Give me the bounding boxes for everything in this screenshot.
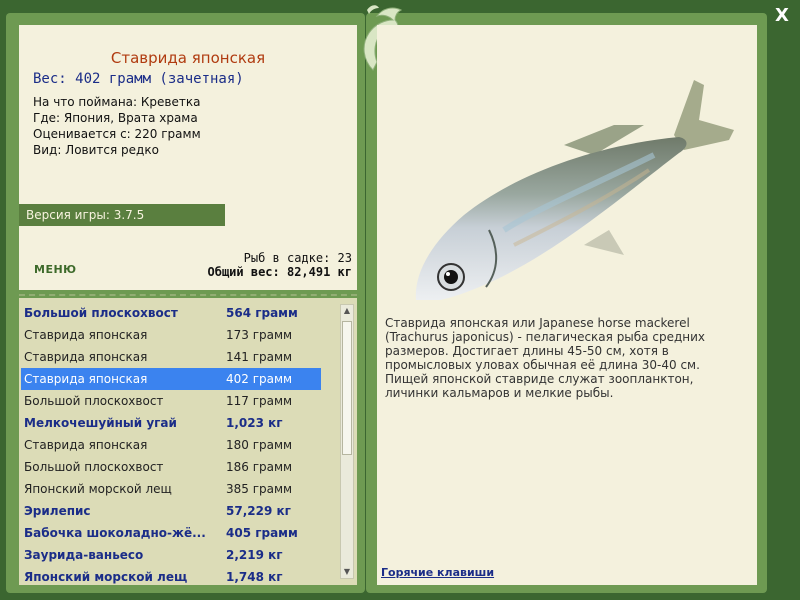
list-item[interactable]: Эрилепис 57,229 кг (21, 500, 321, 522)
total-weight: Общий вес: 82,491 кг (207, 265, 353, 279)
hotkeys-link[interactable]: Горячие клавиши (381, 566, 494, 579)
fish-image (415, 80, 734, 300)
list-item[interactable]: Бабочка шоколадно-жё... 405 грамм (21, 522, 321, 544)
detail-rarity: Вид: Ловится редко (33, 143, 159, 157)
list-item[interactable]: Большой плоскохвост 117 грамм (21, 390, 321, 412)
list-item[interactable]: Японский морской лещ 385 грамм (21, 478, 321, 500)
list-item[interactable]: Большой плоскохвост 186 грамм (21, 456, 321, 478)
list-scrollbar[interactable]: ▲ ▼ (340, 304, 354, 579)
game-version: Версия игры: 3.7.5 (19, 204, 225, 226)
arrow-up-icon[interactable]: ▲ (341, 305, 353, 317)
detail-location: Где: Япония, Врата храма (33, 111, 198, 125)
list-item[interactable]: Ставрида японская 180 грамм (21, 434, 321, 456)
catch-list[interactable]: Большой плоскохвост 564 грамм Ставрида я… (19, 298, 357, 585)
list-item[interactable]: Японский морской лещ 1,748 кг (21, 566, 321, 585)
detail-bait: На что поймана: Креветка (33, 95, 201, 109)
fish-detail-panel: Ставрида японская или Japanese horse mac… (377, 25, 757, 585)
list-item[interactable]: Ставрида японская 141 грамм (21, 346, 321, 368)
fish-title: Ставрида японская (110, 49, 266, 67)
divider (19, 294, 357, 296)
list-item-selected[interactable]: Ставрида японская 402 грамм (21, 368, 321, 390)
detail-rated-from: Оценивается с: 220 грамм (33, 127, 201, 141)
list-item[interactable]: Мелкочешуйный угай 1,023 кг (21, 412, 321, 434)
scroll-thumb[interactable] (342, 321, 352, 455)
list-item[interactable]: Заурида-ваньесо 2,219 кг (21, 544, 321, 566)
fish-count: Рыб в садке: 23 (243, 251, 352, 265)
arrow-down-icon[interactable]: ▼ (341, 566, 353, 578)
fish-description: Ставрида японская или Japanese horse mac… (385, 316, 705, 400)
fish-weight: Вес: 402 грамм (зачетная) (33, 71, 244, 87)
close-icon: X (775, 5, 789, 26)
list-item[interactable]: Ставрида японская 173 грамм (21, 324, 321, 346)
menu-button[interactable]: МЕНЮ (34, 263, 77, 276)
close-button[interactable]: X (772, 6, 792, 26)
catch-stats: Рыб в садке: 23 Общий вес: 82,491 кг (208, 251, 353, 279)
list-item[interactable]: Большой плоскохвост 564 грамм (21, 302, 321, 324)
